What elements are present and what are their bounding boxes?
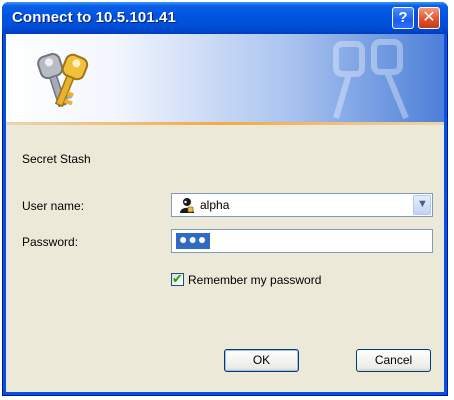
banner-divider — [6, 122, 444, 125]
dropdown-button[interactable]: ▼ — [413, 195, 431, 215]
checkmark-icon: ✔ — [172, 271, 183, 286]
password-value: ●●● — [176, 232, 211, 249]
chevron-down-icon: ▼ — [417, 198, 428, 210]
password-field[interactable]: ●●● — [171, 229, 433, 253]
user-name-value: alpha — [200, 198, 230, 212]
realm-text: Secret Stash — [22, 152, 91, 166]
keys-icon — [37, 53, 89, 108]
ok-button[interactable]: OK — [224, 349, 299, 372]
help-button[interactable]: ? — [392, 7, 414, 29]
help-icon: ? — [398, 9, 408, 26]
close-icon: ✕ — [422, 9, 436, 26]
password-label: Password: — [22, 235, 79, 249]
title-bar[interactable]: Connect to 10.5.101.41 ? ✕ — [2, 2, 448, 34]
connect-dialog: Connect to 10.5.101.41 ? ✕ Secret Stash … — [2, 2, 448, 396]
dialog-body: Secret Stash User name: alpha ▼ Password… — [6, 34, 444, 392]
background-keys-icon — [333, 39, 409, 120]
window-title: Connect to 10.5.101.41 — [12, 9, 176, 26]
user-icon — [180, 198, 194, 213]
close-button[interactable]: ✕ — [418, 7, 440, 29]
user-name-label: User name: — [22, 199, 85, 213]
user-name-combobox[interactable]: alpha ▼ — [171, 193, 433, 217]
banner — [6, 34, 444, 122]
remember-password-label[interactable]: Remember my password — [188, 273, 321, 287]
remember-password-checkbox[interactable]: ✔ — [171, 271, 184, 286]
cancel-button[interactable]: Cancel — [356, 349, 431, 372]
